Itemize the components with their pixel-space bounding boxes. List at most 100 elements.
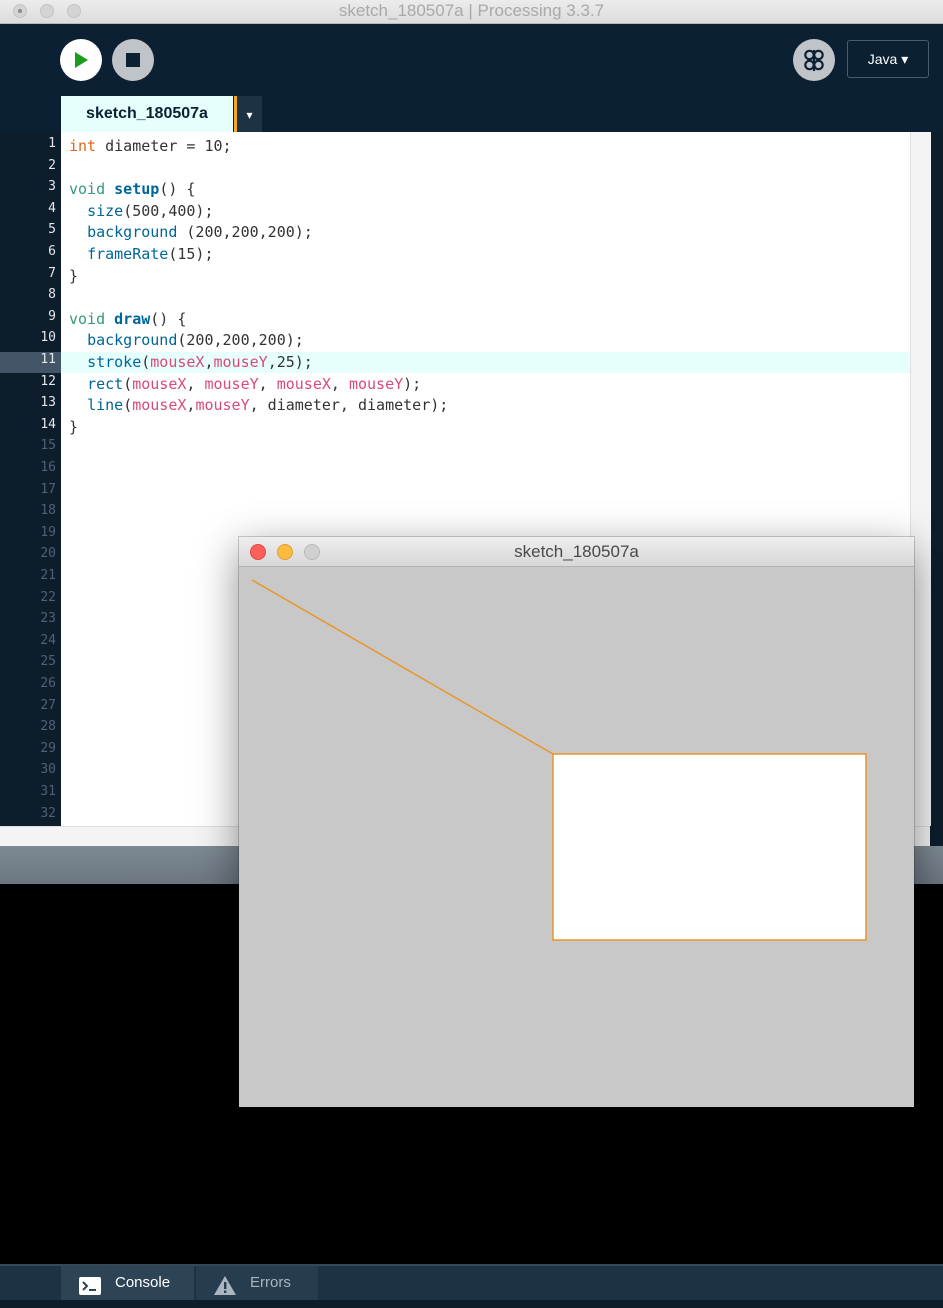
code-token: void xyxy=(69,180,106,199)
toolbar: Java ▾ sketch_180507a ▾ xyxy=(0,24,943,132)
terminal-icon xyxy=(79,1274,101,1308)
code-token: mouseX xyxy=(132,396,187,415)
code-token: } xyxy=(69,417,79,436)
line-number: 21 xyxy=(40,568,56,583)
code-token: (200,200,200); xyxy=(177,331,304,350)
line-number: 11 xyxy=(40,352,56,367)
line-number: 14 xyxy=(40,416,56,432)
code-line[interactable]: size(500,400); xyxy=(69,201,214,222)
code-token: , xyxy=(330,374,349,393)
line-number: 16 xyxy=(40,460,56,475)
line-number: 26 xyxy=(40,676,56,691)
code-line[interactable]: void draw() { xyxy=(69,309,186,330)
line-number: 19 xyxy=(40,524,56,540)
line-number: 31 xyxy=(40,784,56,799)
line-number: 9 xyxy=(48,308,56,324)
tab-menu-button[interactable]: ▾ xyxy=(234,96,262,132)
code-token: () { xyxy=(159,180,196,199)
stop-icon xyxy=(126,53,140,67)
code-line[interactable]: line(mouseX,mouseY, diameter, diameter); xyxy=(69,395,448,416)
debugger-butterfly-icon xyxy=(804,49,824,71)
code-token: setup xyxy=(114,180,160,199)
line-number: 15 xyxy=(40,438,56,454)
sketch-window[interactable]: sketch_180507a xyxy=(239,537,914,1107)
code-line[interactable]: int diameter = 10; xyxy=(69,136,232,157)
code-line[interactable]: frameRate(15); xyxy=(69,244,214,265)
line-number: 12 xyxy=(40,373,56,389)
code-token: () { xyxy=(150,309,187,328)
line-number: 13 xyxy=(40,395,56,411)
run-button[interactable] xyxy=(60,39,102,81)
line-number: 29 xyxy=(40,740,56,756)
tab-sketch[interactable]: sketch_180507a xyxy=(61,96,233,132)
line-number: 17 xyxy=(40,481,56,497)
line-number: 6 xyxy=(48,244,56,259)
code-line[interactable]: rect(mouseX, mouseY, mouseX, mouseY); xyxy=(69,374,421,395)
code-line[interactable]: } xyxy=(69,417,78,438)
tab-errors[interactable]: Errors xyxy=(196,1266,318,1300)
code-token: mouseY xyxy=(204,374,259,393)
code-token: background xyxy=(87,331,178,350)
code-line[interactable]: stroke(mouseX,mouseY,25); xyxy=(69,352,313,373)
line-number: 5 xyxy=(48,222,56,238)
code-token: (200,200,200); xyxy=(177,223,313,242)
sketch-title-bar: sketch_180507a xyxy=(239,537,914,567)
code-token: ); xyxy=(403,374,422,393)
code-token: , xyxy=(258,374,277,393)
window-title: sketch_180507a | Processing 3.3.7 xyxy=(338,1,605,20)
line-number: 2 xyxy=(48,157,56,173)
code-token: size xyxy=(87,201,124,220)
sketch-rect xyxy=(552,753,867,941)
footer-tabs: Console Errors xyxy=(0,1264,943,1300)
code-line[interactable]: background(200,200,200); xyxy=(69,330,304,351)
line-number-gutter: 1 2 3 4 5 6 7 8 9 10 11 12 13 14 15 16 17 18 19 20 21 22 23 24 2… xyxy=(0,132,61,826)
line-number: 30 xyxy=(40,762,56,778)
code-token: ,25); xyxy=(267,353,313,371)
line-number: 27 xyxy=(40,697,56,713)
code-token: (15); xyxy=(168,245,214,263)
code-line[interactable]: background (200,200,200); xyxy=(69,222,313,243)
code-token: stroke xyxy=(87,353,142,371)
code-token: mouseY xyxy=(195,396,250,415)
stop-button[interactable] xyxy=(112,39,154,81)
line-number: 8 xyxy=(48,287,56,303)
line-number: 25 xyxy=(40,654,56,670)
code-token: diameter = 10; xyxy=(96,137,232,155)
code-token: background xyxy=(87,223,178,242)
debugger-button[interactable] xyxy=(793,39,835,81)
line-number: 24 xyxy=(40,632,56,648)
line-number: 3 xyxy=(48,179,56,195)
code-token: , xyxy=(186,374,205,393)
code-token: , diameter, diameter); xyxy=(249,396,449,415)
line-number: 7 xyxy=(48,265,56,281)
warning-icon xyxy=(214,1274,236,1308)
code-token: ( xyxy=(141,353,151,371)
window-title-bar: sketch_180507a | Processing 3.3.7 xyxy=(0,0,943,24)
code-token: ( xyxy=(123,374,133,393)
tab-console[interactable]: Console xyxy=(61,1266,194,1300)
code-line[interactable]: void setup() { xyxy=(69,179,195,200)
code-token: mouseY xyxy=(348,374,404,393)
code-token: frameRate xyxy=(87,245,169,263)
code-token: void xyxy=(69,309,106,328)
line-number: 4 xyxy=(48,200,56,216)
line-number: 18 xyxy=(40,503,56,519)
code-line[interactable]: } xyxy=(69,266,78,287)
sketch-canvas[interactable] xyxy=(239,567,914,1107)
mode-selector[interactable]: Java ▾ xyxy=(847,40,929,78)
line-number: 28 xyxy=(40,719,56,735)
line-number: 23 xyxy=(40,611,56,627)
errors-tab-label: Errors xyxy=(250,1274,291,1291)
code-token: (500,400); xyxy=(123,201,214,220)
sketch-window-title: sketch_180507a xyxy=(514,542,639,561)
line-number: 1 xyxy=(48,136,56,151)
line-number: 10 xyxy=(40,330,56,346)
